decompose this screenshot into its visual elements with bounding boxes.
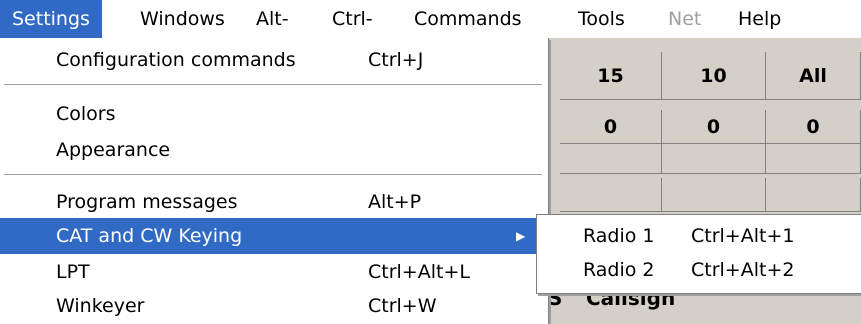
grid-empty-cell [662, 144, 766, 174]
menu-commands[interactable]: Commands [414, 0, 522, 38]
grid-empty-cell [766, 178, 861, 212]
menu-separator [4, 174, 542, 176]
submenu-item-radio-1[interactable]: Radio 1 Ctrl+Alt+1 [537, 220, 861, 252]
menu-tools[interactable]: Tools [578, 0, 625, 38]
grid-header-10: 10 [662, 52, 766, 100]
grid-empty-cell [766, 144, 861, 174]
grid-value-all: 0 [766, 110, 861, 144]
menu-windows[interactable]: Windows [140, 0, 225, 38]
menu-item-winkeyer[interactable]: Winkeyer Ctrl+W [0, 288, 546, 324]
grid-value-10: 0 [662, 110, 766, 144]
menu-ctrl[interactable]: Ctrl- [332, 0, 373, 38]
grid-empty-cell [560, 144, 662, 174]
submenu-item-shortcut: Ctrl+Alt+1 [691, 225, 795, 247]
menu-item-configuration-commands[interactable]: Configuration commands Ctrl+J [0, 42, 546, 78]
menu-bar: Settings Windows Alt- Ctrl- Commands Too… [0, 0, 861, 38]
menu-net: Net [668, 8, 702, 30]
submenu-item-radio-2[interactable]: Radio 2 Ctrl+Alt+2 [537, 254, 861, 286]
menu-item-label: CAT and CW Keying [56, 225, 243, 247]
menu-item-appearance[interactable]: Appearance [0, 132, 546, 168]
submenu-arrow-icon: ▶ [516, 229, 526, 243]
menu-item-shortcut: Alt+P [368, 191, 422, 213]
submenu-item-label: Radio 2 [583, 259, 655, 281]
grid-empty-cell [560, 178, 662, 212]
menu-item-lpt[interactable]: LPT Ctrl+Alt+L [0, 254, 546, 290]
menu-separator [4, 84, 542, 86]
menu-item-label: LPT [56, 261, 90, 283]
grid-empty-cell [662, 178, 766, 212]
submenu-item-label: Radio 1 [583, 225, 655, 247]
settings-dropdown: Configuration commands Ctrl+J Colors App… [0, 38, 549, 324]
menu-alt[interactable]: Alt- [256, 0, 289, 38]
submenu-item-shortcut: Ctrl+Alt+2 [691, 259, 795, 281]
grid-header-15: 15 [560, 52, 662, 100]
cat-cw-keying-submenu: Radio 1 Ctrl+Alt+1 Radio 2 Ctrl+Alt+2 [536, 214, 861, 294]
menu-item-label: Winkeyer [56, 295, 145, 317]
grid-header-all: All [766, 52, 861, 100]
menu-item-colors[interactable]: Colors [0, 96, 546, 132]
menu-settings[interactable]: Settings [0, 0, 102, 38]
menu-item-label: Program messages [56, 191, 238, 213]
menu-item-label: Appearance [56, 139, 171, 161]
menu-item-cat-and-cw-keying[interactable]: CAT and CW Keying ▶ [0, 218, 546, 254]
menu-item-shortcut: Ctrl+J [368, 49, 424, 71]
menu-item-label: Colors [56, 103, 116, 125]
menu-item-label: Configuration commands [56, 49, 296, 71]
menu-item-shortcut: Ctrl+W [368, 295, 437, 317]
grid-value-15: 0 [560, 110, 662, 144]
menu-item-shortcut: Ctrl+Alt+L [368, 261, 470, 283]
menu-item-program-messages[interactable]: Program messages Alt+P [0, 184, 546, 220]
menu-help[interactable]: Help [738, 0, 781, 38]
